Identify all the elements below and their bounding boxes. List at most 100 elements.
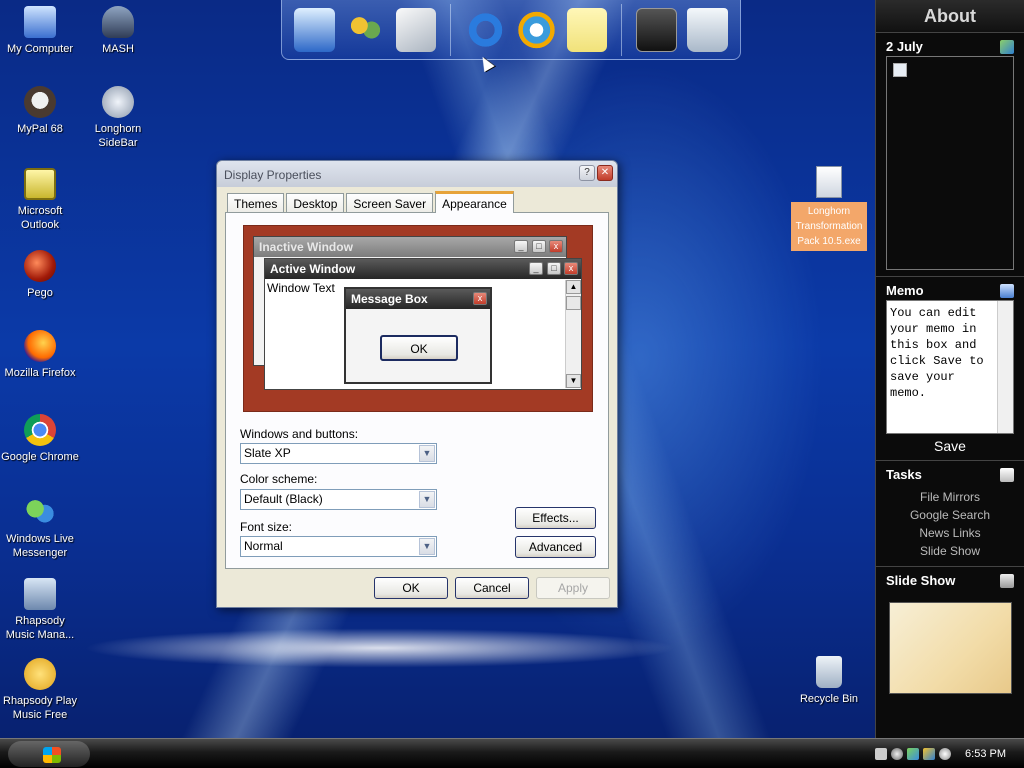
slideshow-image[interactable] bbox=[889, 602, 1012, 694]
desktop-icon-label: Windows Live Messenger bbox=[6, 533, 74, 559]
apply-button[interactable]: Apply bbox=[536, 577, 610, 599]
cancel-button[interactable]: Cancel bbox=[455, 577, 529, 599]
close-icon: x bbox=[564, 262, 578, 275]
windows-buttons-select[interactable]: Slate XP ▼ bbox=[240, 443, 437, 464]
close-icon: x bbox=[473, 292, 487, 305]
computer-icon[interactable] bbox=[294, 7, 335, 52]
tasks-list: File Mirrors Google Search News Links Sl… bbox=[876, 484, 1024, 560]
desktop-icon-outlook[interactable]: Microsoft Outlook bbox=[0, 168, 80, 232]
start-button[interactable] bbox=[8, 741, 90, 767]
tab-themes[interactable]: Themes bbox=[227, 193, 285, 213]
tasks-tile-header: Tasks bbox=[876, 461, 1024, 484]
desktop-icon-label: Microsoft Outlook bbox=[17, 205, 63, 231]
tab-strip: Themes Desktop Screen Saver Appearance bbox=[227, 191, 516, 213]
sidebar-app-icon bbox=[102, 86, 134, 118]
memo-save-button[interactable]: Save bbox=[876, 438, 1024, 454]
preview-inactive-titlebar: Inactive Window _ □ x bbox=[254, 237, 566, 257]
memo-title: Memo bbox=[886, 283, 924, 298]
desktop-icon-label: Google Chrome bbox=[1, 451, 79, 463]
memo-textarea[interactable]: You can edit your memo in this box and c… bbox=[886, 300, 1014, 434]
calendar-panel[interactable] bbox=[886, 56, 1014, 270]
desktop-icon-firefox[interactable]: Mozilla Firefox bbox=[0, 330, 80, 380]
task-news-links[interactable]: News Links bbox=[876, 524, 1024, 542]
settings-icon[interactable] bbox=[636, 7, 678, 52]
desktop-icon-rhapsody-manager[interactable]: Rhapsody Music Mana... bbox=[0, 578, 80, 642]
internet-explorer-icon[interactable] bbox=[465, 7, 506, 52]
close-button[interactable]: ✕ bbox=[597, 165, 613, 181]
tab-desktop[interactable]: Desktop bbox=[286, 193, 345, 213]
maximize-icon: □ bbox=[547, 262, 561, 275]
desktop-file-label: Longhorn Transformation Pack 10.5.exe bbox=[791, 202, 867, 251]
music-note-icon bbox=[24, 658, 56, 690]
ok-button[interactable]: OK bbox=[374, 577, 448, 599]
minimize-icon: _ bbox=[514, 240, 528, 253]
desktop-icon-label: Longhorn SideBar bbox=[94, 123, 142, 149]
tab-screen-saver[interactable]: Screen Saver bbox=[346, 193, 434, 213]
windows-flag-icon bbox=[43, 747, 61, 763]
desktop-icon-label: Rhapsody Play Music Free bbox=[3, 695, 77, 721]
memo-scrollbar[interactable] bbox=[997, 301, 1013, 433]
desktop-icon-mypal[interactable]: MyPal 68 bbox=[0, 86, 80, 136]
network-icon[interactable] bbox=[891, 748, 904, 760]
color-scheme-select[interactable]: Default (Black) ▼ bbox=[240, 489, 437, 510]
preview-inactive-title: Inactive Window bbox=[259, 240, 353, 254]
desktop-icon-longhorn-sidebar[interactable]: Longhorn SideBar bbox=[78, 86, 158, 150]
keyboard-icon[interactable] bbox=[875, 748, 888, 760]
preview-ok-button: OK bbox=[380, 335, 458, 361]
scroll-down-icon: ▼ bbox=[566, 374, 581, 388]
preview-window-text: Window Text bbox=[267, 281, 335, 295]
dialog-titlebar[interactable]: Display Properties ? ✕ bbox=[217, 161, 617, 187]
dock-separator bbox=[621, 3, 623, 56]
volume-icon[interactable] bbox=[939, 748, 952, 760]
preview-active-title: Active Window bbox=[270, 262, 356, 276]
recycle-bin-icon[interactable] bbox=[687, 7, 728, 52]
desktop-icon-my-computer[interactable]: My Computer bbox=[0, 6, 80, 56]
task-slide-show[interactable]: Slide Show bbox=[876, 542, 1024, 560]
display-properties-dialog: Display Properties ? ✕ Themes Desktop Sc… bbox=[216, 160, 618, 608]
messenger-tray-icon[interactable] bbox=[907, 748, 920, 760]
users-icon[interactable] bbox=[344, 7, 386, 52]
font-size-select[interactable]: Normal ▼ bbox=[240, 536, 437, 557]
media-player-icon[interactable] bbox=[515, 7, 557, 52]
picture-icon[interactable] bbox=[1000, 573, 1014, 588]
chevron-down-icon: ▼ bbox=[419, 491, 435, 508]
desktop-icon-label: MyPal 68 bbox=[17, 123, 63, 135]
advanced-button[interactable]: Advanced bbox=[515, 536, 596, 558]
desktop-icon-chrome[interactable]: Google Chrome bbox=[0, 414, 80, 464]
notepad-icon[interactable] bbox=[1000, 283, 1014, 298]
preview-active-titlebar: Active Window _ □ x bbox=[265, 259, 581, 279]
desktop-icon-live-messenger[interactable]: Windows Live Messenger bbox=[0, 496, 80, 560]
effects-button[interactable]: Effects... bbox=[515, 507, 596, 529]
memo-tile-header: Memo bbox=[876, 277, 1024, 300]
task-google-search[interactable]: Google Search bbox=[876, 506, 1024, 524]
clock[interactable]: 6:53 PM bbox=[965, 748, 1006, 760]
desktop-file-longhorn-pack[interactable]: Longhorn Transformation Pack 10.5.exe bbox=[791, 166, 867, 251]
help-button[interactable]: ? bbox=[579, 165, 595, 181]
quick-launch-dock bbox=[281, 0, 741, 60]
broken-image-icon bbox=[893, 63, 907, 77]
scroll-thumb bbox=[566, 296, 581, 310]
calendar-date: 2 July bbox=[886, 39, 923, 54]
color-scheme-value: Default (Black) bbox=[244, 492, 323, 506]
calendar-tile-header: 2 July bbox=[876, 33, 1024, 56]
system-tray: 6:53 PM bbox=[864, 739, 1024, 768]
windows-buttons-label: Windows and buttons: bbox=[240, 427, 359, 441]
notes-icon[interactable] bbox=[566, 7, 608, 52]
desktop-icon-recycle-bin[interactable]: Recycle Bin bbox=[789, 656, 869, 706]
preview-message-title: Message Box bbox=[351, 292, 428, 306]
task-file-mirrors[interactable]: File Mirrors bbox=[876, 488, 1024, 506]
tab-appearance[interactable]: Appearance bbox=[435, 191, 514, 213]
tasks-icon[interactable] bbox=[1000, 467, 1014, 482]
globe-icon[interactable] bbox=[1000, 39, 1014, 54]
color-scheme-label: Color scheme: bbox=[240, 472, 318, 486]
windows-buttons-value: Slate XP bbox=[244, 446, 291, 460]
desktop-icon-mash[interactable]: MASH bbox=[78, 6, 158, 56]
desktop-icon-label: Rhapsody Music Mana... bbox=[5, 615, 75, 641]
security-icon[interactable] bbox=[923, 748, 936, 760]
chrome-icon bbox=[24, 414, 56, 446]
sidebar-header[interactable]: About bbox=[876, 0, 1024, 33]
desktop-icon-pego[interactable]: Pego bbox=[0, 250, 80, 300]
desktop-icon-rhapsody-play[interactable]: Rhapsody Play Music Free bbox=[0, 658, 80, 722]
firefox-icon bbox=[24, 330, 56, 362]
scanner-icon[interactable] bbox=[395, 7, 437, 52]
